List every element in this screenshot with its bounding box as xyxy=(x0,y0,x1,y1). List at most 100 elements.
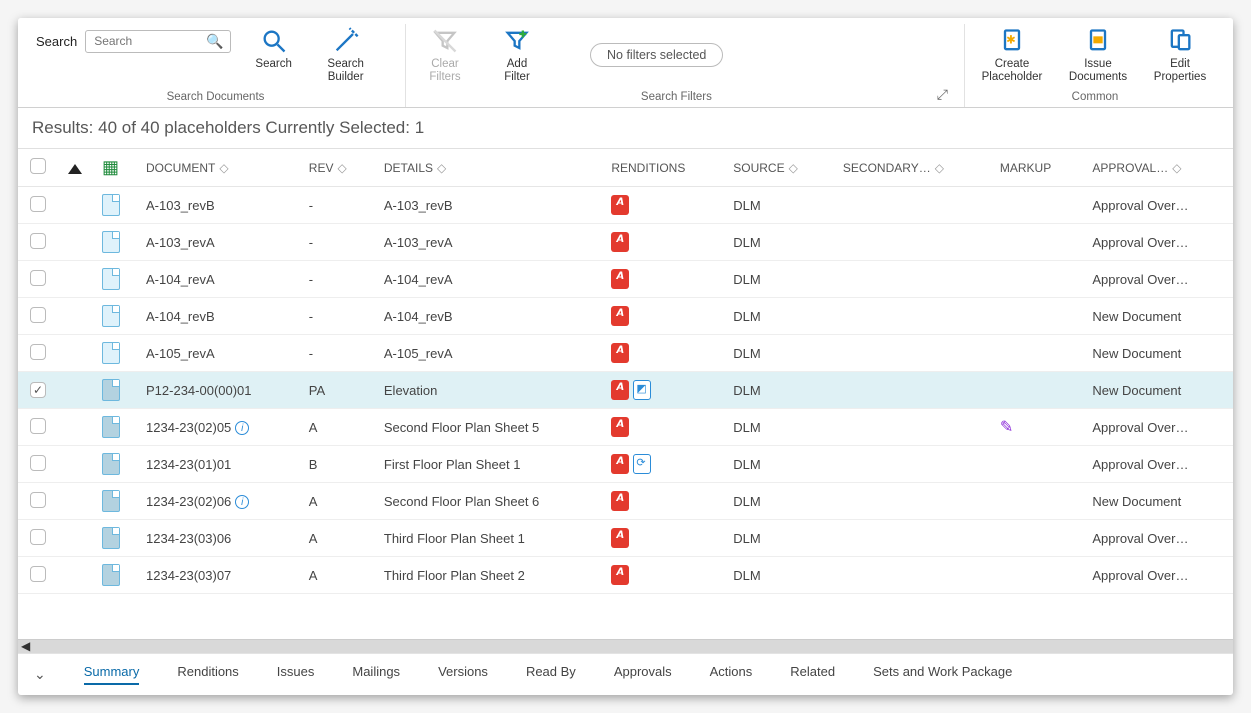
row-checkbox[interactable] xyxy=(30,233,46,249)
issue-doc-icon xyxy=(1083,26,1113,56)
col-markup[interactable]: MARKUP xyxy=(990,149,1083,187)
create-placeholder-button[interactable]: ✱ Create Placeholder xyxy=(975,24,1049,86)
cell-secondary xyxy=(833,557,990,594)
tab-sets-and-work-package[interactable]: Sets and Work Package xyxy=(873,664,1012,685)
tab-mailings[interactable]: Mailings xyxy=(352,664,400,685)
sort-icon: ◇ xyxy=(219,161,228,175)
row-checkbox[interactable] xyxy=(30,455,46,471)
cell-renditions xyxy=(601,409,723,446)
pdf-icon[interactable] xyxy=(611,454,629,474)
col-secondary[interactable]: SECONDARY…◇ xyxy=(833,149,990,187)
cell-document: 1234-23(01)01 xyxy=(136,446,299,483)
col-document[interactable]: DOCUMENT◇ xyxy=(136,149,299,187)
table-row[interactable]: P12-234-00(00)01PAElevationDLMNew Docume… xyxy=(18,372,1233,409)
pdf-icon[interactable] xyxy=(611,269,629,289)
tab-related[interactable]: Related xyxy=(790,664,835,685)
tab-read-by[interactable]: Read By xyxy=(526,664,576,685)
select-all-checkbox[interactable] xyxy=(30,158,46,174)
scroll-left-icon[interactable]: ◀ xyxy=(21,639,30,653)
pdf-icon[interactable] xyxy=(611,195,629,215)
collapse-panel-icon[interactable]: ⌄ xyxy=(34,666,46,683)
ribbon-group-title-common: Common xyxy=(975,87,1215,107)
table-row[interactable]: 1234-23(03)06AThird Floor Plan Sheet 1DL… xyxy=(18,520,1233,557)
table-row[interactable]: 1234-23(03)07AThird Floor Plan Sheet 2DL… xyxy=(18,557,1233,594)
info-icon[interactable]: i xyxy=(235,495,249,509)
table-row[interactable]: 1234-23(02)05iASecond Floor Plan Sheet 5… xyxy=(18,409,1233,446)
markup-icon[interactable]: ✎ xyxy=(1000,419,1013,436)
pdf-icon[interactable] xyxy=(611,491,629,511)
row-checkbox[interactable] xyxy=(30,529,46,545)
link-icon[interactable] xyxy=(633,454,651,474)
row-checkbox[interactable] xyxy=(30,307,46,323)
search-input[interactable] xyxy=(92,33,202,49)
add-filter-button[interactable]: Add Filter xyxy=(488,24,546,86)
cell-document: 1234-23(03)07 xyxy=(136,557,299,594)
table-row[interactable]: A-103_revB-A-103_revBDLMApproval Over… xyxy=(18,187,1233,224)
cell-renditions xyxy=(601,261,723,298)
tab-versions[interactable]: Versions xyxy=(438,664,488,685)
search-label: Search xyxy=(36,34,77,49)
pdf-icon[interactable] xyxy=(611,417,629,437)
search-icon[interactable]: 🔍 xyxy=(206,33,223,50)
issue-documents-button[interactable]: Issue Documents xyxy=(1063,24,1133,86)
search-builder-button[interactable]: Search Builder xyxy=(317,24,375,86)
tab-approvals[interactable]: Approvals xyxy=(614,664,672,685)
col-approval[interactable]: APPROVAL…◇ xyxy=(1082,149,1233,187)
table-row[interactable]: A-104_revA-A-104_revADLMApproval Over… xyxy=(18,261,1233,298)
row-checkbox[interactable] xyxy=(30,344,46,360)
tab-renditions[interactable]: Renditions xyxy=(177,664,238,685)
cell-rev: - xyxy=(299,335,374,372)
row-checkbox[interactable] xyxy=(30,418,46,434)
search-box[interactable]: 🔍 xyxy=(85,30,230,53)
search-button[interactable]: Search xyxy=(245,24,303,73)
cell-markup xyxy=(990,298,1083,335)
group-toggle-icon[interactable] xyxy=(68,164,82,174)
document-name: 1234-23(02)06 xyxy=(146,494,231,509)
table-row[interactable]: A-103_revA-A-103_revADLMApproval Over… xyxy=(18,224,1233,261)
col-details[interactable]: DETAILS◇ xyxy=(374,149,601,187)
cell-secondary xyxy=(833,372,990,409)
svg-text:✱: ✱ xyxy=(1006,33,1016,46)
row-checkbox[interactable] xyxy=(30,492,46,508)
pdf-icon[interactable] xyxy=(611,528,629,548)
document-name: P12-234-00(00)01 xyxy=(146,383,252,398)
info-icon[interactable]: i xyxy=(235,421,249,435)
image-icon[interactable] xyxy=(633,380,651,400)
pdf-icon[interactable] xyxy=(611,232,629,252)
expand-group-icon[interactable]: ⤢ xyxy=(937,86,948,103)
export-excel-icon[interactable]: ▦ xyxy=(102,157,119,177)
filter-chip[interactable]: No filters selected xyxy=(590,43,723,67)
table-row[interactable]: 1234-23(02)06iASecond Floor Plan Sheet 6… xyxy=(18,483,1233,520)
cell-document: P12-234-00(00)01 xyxy=(136,372,299,409)
edit-properties-button[interactable]: Edit Properties xyxy=(1147,24,1213,86)
document-name: 1234-23(03)07 xyxy=(146,568,231,583)
table-row[interactable]: A-105_revA-A-105_revADLMNew Document xyxy=(18,335,1233,372)
row-checkbox[interactable] xyxy=(30,196,46,212)
cell-renditions xyxy=(601,224,723,261)
tab-actions[interactable]: Actions xyxy=(710,664,753,685)
document-name: 1234-23(02)05 xyxy=(146,420,231,435)
cell-document: 1234-23(02)05 i xyxy=(136,409,299,446)
row-checkbox[interactable] xyxy=(30,382,46,398)
document-icon xyxy=(102,490,120,512)
row-checkbox[interactable] xyxy=(30,566,46,582)
document-name: 1234-23(01)01 xyxy=(146,457,231,472)
cell-document: A-103_revB xyxy=(136,187,299,224)
table-row[interactable]: A-104_revB-A-104_revBDLMNew Document xyxy=(18,298,1233,335)
col-renditions[interactable]: RENDITIONS xyxy=(601,149,723,187)
cell-document: A-103_revA xyxy=(136,224,299,261)
pdf-icon[interactable] xyxy=(611,306,629,326)
cell-source: DLM xyxy=(723,372,833,409)
tab-summary[interactable]: Summary xyxy=(84,664,140,685)
pdf-icon[interactable] xyxy=(611,380,629,400)
tab-issues[interactable]: Issues xyxy=(277,664,315,685)
cell-markup xyxy=(990,446,1083,483)
cell-approval: Approval Over… xyxy=(1082,557,1233,594)
pdf-icon[interactable] xyxy=(611,343,629,363)
col-source[interactable]: SOURCE◇ xyxy=(723,149,833,187)
horizontal-scrollbar[interactable]: ◀ xyxy=(18,639,1233,653)
col-rev[interactable]: REV◇ xyxy=(299,149,374,187)
table-row[interactable]: 1234-23(01)01BFirst Floor Plan Sheet 1DL… xyxy=(18,446,1233,483)
row-checkbox[interactable] xyxy=(30,270,46,286)
pdf-icon[interactable] xyxy=(611,565,629,585)
